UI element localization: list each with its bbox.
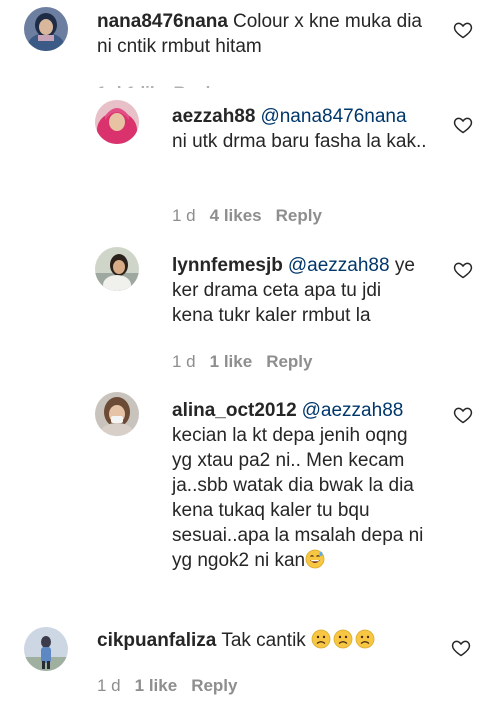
comment-time: 1 d — [97, 676, 121, 695]
avatar[interactable] — [95, 392, 139, 436]
avatar[interactable] — [24, 7, 68, 51]
heart-icon[interactable] — [453, 260, 473, 280]
comment-body: ni utk drma baru fasha la kak.. — [172, 131, 427, 152]
avatar[interactable] — [95, 247, 139, 291]
mention-link[interactable]: @aezzah88 — [302, 400, 404, 421]
comment-meta: 1 d 1 like Reply — [172, 352, 326, 372]
username[interactable]: nana8476nana — [97, 11, 228, 32]
comment-text: alina_oct2012 @aezzah88 kecian la kt depa… — [172, 398, 427, 573]
comment-text: aezzah88 @nana8476nana ni utk drma baru f… — [172, 104, 427, 154]
heart-icon[interactable] — [453, 20, 473, 40]
reply-button[interactable]: Reply — [191, 676, 237, 695]
sad-face-emoji — [355, 629, 375, 649]
heart-icon[interactable] — [453, 115, 473, 135]
comment-time: 1 d — [172, 206, 196, 225]
sad-face-emoji — [333, 629, 353, 649]
comment-text: lynnfemesjb @aezzah88 ye ker drama ceta a… — [172, 253, 427, 328]
comment-text: cikpuanfaliza Tak cantik — [97, 628, 427, 653]
avatar[interactable] — [95, 100, 139, 144]
sad-face-emoji — [311, 629, 331, 649]
username[interactable]: lynnfemesjb — [172, 255, 283, 276]
comment-meta: 1 d 4 likes Reply — [172, 206, 336, 226]
comment-text: nana8476nana Colour x kne muka dia ni cnt… — [97, 9, 427, 59]
reply-button[interactable]: Reply — [266, 352, 312, 371]
comment-meta-clipped: 1 d 1 like Reply — [97, 83, 267, 88]
heart-icon[interactable] — [451, 638, 471, 658]
username[interactable]: alina_oct2012 — [172, 400, 297, 421]
mention-link[interactable]: @aezzah88 — [288, 255, 390, 276]
mention-link[interactable]: @nana8476nana — [260, 106, 406, 127]
comment-meta: 1 d 1 like Reply — [97, 676, 251, 696]
heart-icon[interactable] — [453, 405, 473, 425]
avatar[interactable] — [24, 627, 68, 671]
likes-count[interactable]: 4 likes — [210, 206, 262, 225]
comment-time: 1 d — [172, 352, 196, 371]
username[interactable]: cikpuanfaliza — [97, 630, 216, 651]
username[interactable]: aezzah88 — [172, 106, 255, 127]
likes-count[interactable]: 1 like — [210, 352, 253, 371]
comment-body: Tak cantik — [221, 630, 306, 651]
comment-body: kecian la kt depa jenih oqng yg xtau pa2… — [172, 425, 424, 571]
reply-button[interactable]: Reply — [276, 206, 322, 225]
likes-count[interactable]: 1 like — [135, 676, 178, 695]
grinning-sweat-emoji — [305, 549, 325, 569]
